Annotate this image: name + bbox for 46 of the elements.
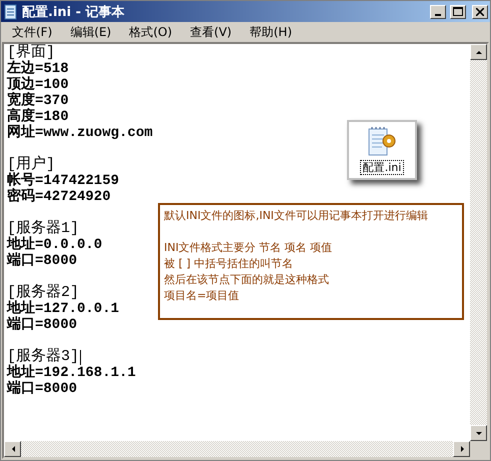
key-value-line: 地址=0.0.0.0: [7, 237, 102, 253]
file-name: 配置.ini: [360, 160, 404, 174]
section-header: [服务器3]: [7, 349, 80, 365]
text-cursor: [80, 350, 82, 364]
key-value-line: 左边=518: [7, 61, 69, 77]
key-value-line: 宽度=370: [7, 93, 69, 109]
key-value-line: 顶边=100: [7, 77, 69, 93]
menu-item[interactable]: 格式(O): [120, 22, 182, 42]
section-header: [界面]: [7, 45, 56, 61]
section-header: [服务器1]: [7, 221, 80, 237]
note-text: 被 [ ] 中括号括住的叫节名: [164, 256, 294, 272]
key-value-line: 密码=42724920: [7, 189, 111, 205]
triangle-icon: [474, 48, 482, 56]
vertical-scrollbar[interactable]: [470, 44, 487, 441]
key-value-line: 地址=192.168.1.1: [7, 365, 136, 381]
key-value-line: 端口=8000: [7, 317, 78, 333]
scroll-left-button[interactable]: [4, 441, 21, 457]
key-value-line: 帐号=147422159: [7, 173, 120, 189]
key-value-line: 端口=8000: [7, 381, 78, 397]
key-value-line: 高度=180: [7, 109, 69, 125]
maximize-button[interactable]: [450, 4, 466, 18]
menu-item[interactable]: 编辑(E): [61, 22, 120, 42]
horizontal-scrollbar[interactable]: [4, 441, 470, 457]
menu-item[interactable]: 查看(V): [181, 22, 241, 42]
note-text: 然后在该节点下面的就是这种格式: [164, 272, 329, 288]
menu-item[interactable]: 文件(F): [3, 22, 62, 42]
section-header: [服务器2]: [7, 285, 80, 301]
minimize-button[interactable]: [430, 4, 446, 18]
notepad-icon: [4, 4, 18, 20]
key-value-line: 网址=www.zuowg.com: [7, 125, 153, 141]
key-value-line: 端口=8000: [7, 253, 78, 269]
scroll-right-button[interactable]: [453, 441, 470, 457]
menu-item[interactable]: 帮助(H): [240, 22, 301, 42]
triangle-icon: [474, 429, 482, 437]
maximize-icon: [453, 7, 463, 16]
note-text: 项目名=项目值: [164, 288, 240, 304]
close-icon: [476, 8, 484, 16]
window-title: 配置.ini - 记事本: [22, 4, 126, 20]
minimize-icon: [435, 14, 441, 16]
key-value-line: 地址=127.0.0.1: [7, 301, 120, 317]
scroll-up-button[interactable]: [470, 44, 487, 60]
note-text: INI文件格式主要分 节名 项名 项值: [164, 240, 332, 256]
section-header: [用户]: [7, 157, 56, 173]
close-button[interactable]: [472, 4, 488, 18]
scroll-down-button[interactable]: [470, 425, 487, 441]
note-text: 默认INI文件的图标,INI文件可以用记事本打开进行编辑: [164, 208, 428, 224]
